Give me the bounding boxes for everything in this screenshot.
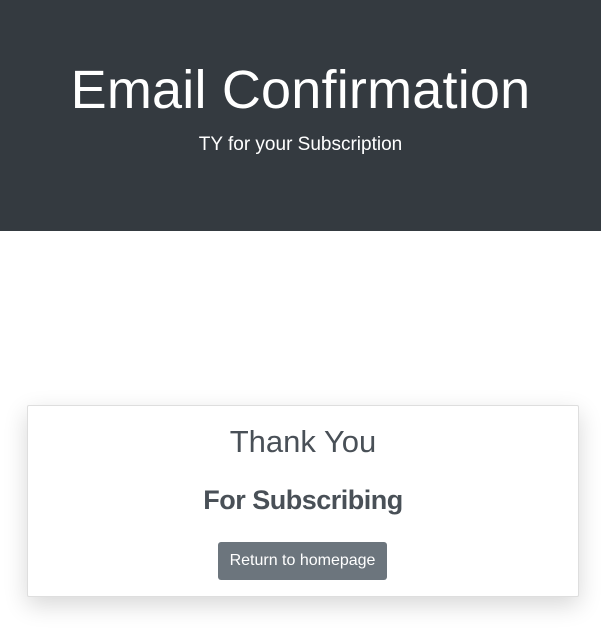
- return-to-homepage-button[interactable]: Return to homepage: [218, 542, 387, 580]
- page-subtitle: TY for your Subscription: [198, 134, 403, 155]
- hero-banner: Email Confirmation TY for your Subscript…: [0, 0, 601, 231]
- page-title: Email Confirmation: [70, 60, 531, 120]
- thank-you-heading: Thank You: [229, 424, 377, 459]
- subscribing-subheading: For Subscribing: [203, 485, 403, 515]
- confirmation-card: Thank You For Subscribing Return to home…: [27, 405, 579, 597]
